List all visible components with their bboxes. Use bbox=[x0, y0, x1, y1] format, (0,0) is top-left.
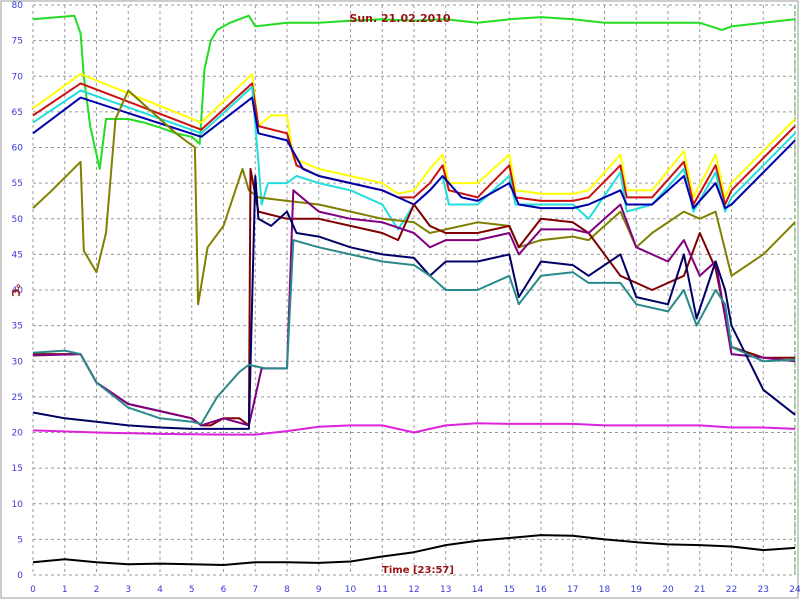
x-tick-label: 11 bbox=[377, 585, 388, 595]
y-tick-label: 45 bbox=[12, 250, 23, 260]
x-tick-label: 24 bbox=[789, 585, 800, 595]
x-tick-label: 3 bbox=[125, 585, 131, 595]
x-tick-label: 23 bbox=[758, 585, 769, 595]
x-tick-label: 7 bbox=[252, 585, 258, 595]
y-axis-label: °C bbox=[9, 283, 22, 297]
x-tick-label: 21 bbox=[694, 585, 705, 595]
y-tick-label: 75 bbox=[12, 37, 23, 47]
x-tick-label: 15 bbox=[504, 585, 515, 595]
x-tick-label: 10 bbox=[345, 585, 357, 595]
y-tick-label: 35 bbox=[12, 322, 23, 332]
x-tick-label: 22 bbox=[726, 585, 737, 595]
temperature-chart: 05101520253035404550556065707580 0123456… bbox=[0, 0, 800, 599]
x-tick-label: 0 bbox=[30, 585, 36, 595]
x-tick-label: 8 bbox=[284, 585, 290, 595]
y-tick-label: 0 bbox=[17, 571, 23, 581]
y-tick-label: 20 bbox=[12, 429, 24, 439]
x-tick-label: 20 bbox=[662, 585, 674, 595]
y-tick-label: 25 bbox=[12, 393, 23, 403]
y-tick-label: 30 bbox=[12, 357, 24, 367]
y-tick-label: 80 bbox=[12, 1, 24, 11]
x-tick-label: 13 bbox=[440, 585, 451, 595]
y-tick-label: 50 bbox=[12, 215, 24, 225]
y-tick-label: 65 bbox=[12, 108, 23, 118]
x-tick-label: 14 bbox=[472, 585, 484, 595]
y-tick-label: 70 bbox=[12, 72, 24, 82]
chart-title: Sun. 21.02.2010 bbox=[349, 12, 451, 25]
x-tick-label: 5 bbox=[189, 585, 195, 595]
y-tick-label: 5 bbox=[17, 535, 23, 545]
y-tick-label: 15 bbox=[12, 464, 23, 474]
y-tick-label: 55 bbox=[12, 179, 23, 189]
x-tick-label: 19 bbox=[631, 585, 643, 595]
x-axis-label: Time [23:57] bbox=[382, 565, 454, 576]
x-tick-label: 1 bbox=[62, 585, 68, 595]
y-tick-label: 60 bbox=[12, 144, 24, 154]
x-tick-label: 18 bbox=[599, 585, 611, 595]
x-tick-label: 2 bbox=[94, 585, 100, 595]
x-tick-label: 12 bbox=[408, 585, 419, 595]
x-tick-label: 6 bbox=[221, 585, 227, 595]
x-tick-label: 17 bbox=[567, 585, 578, 595]
x-tick-label: 9 bbox=[316, 585, 322, 595]
y-tick-label: 10 bbox=[12, 500, 24, 510]
x-tick-label: 4 bbox=[157, 585, 163, 595]
chart-container: 0 5 10 15 20 25 30 35 40 45 50 55 60 65 70 75 80 0123456… bbox=[0, 0, 800, 600]
x-tick-label: 16 bbox=[535, 585, 547, 595]
